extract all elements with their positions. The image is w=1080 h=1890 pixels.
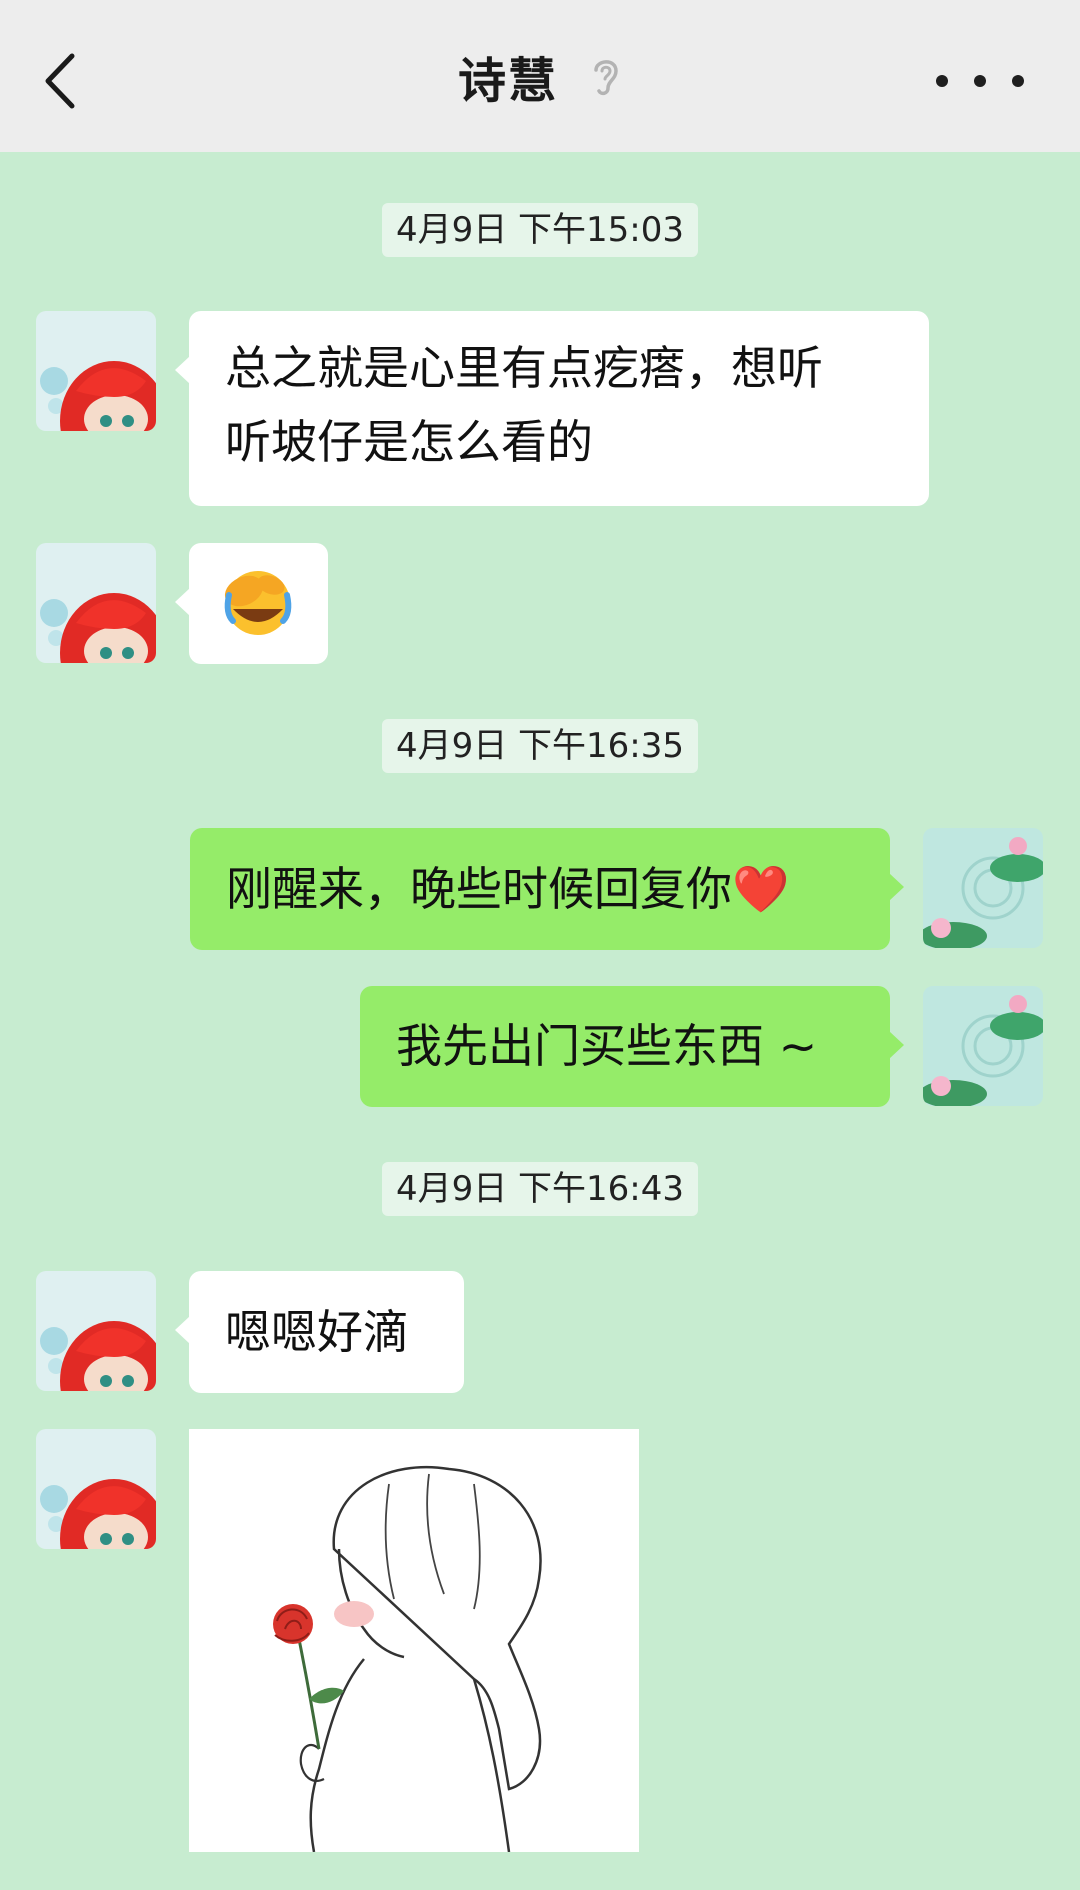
- contact-avatar[interactable]: [36, 311, 156, 431]
- message-text: 嗯嗯好滴: [225, 1305, 409, 1359]
- message-bubble[interactable]: [175, 543, 328, 664]
- ear-icon: [594, 60, 618, 96]
- contact-avatar[interactable]: [36, 1271, 156, 1391]
- chat-header: 诗慧: [0, 0, 1080, 152]
- more-button[interactable]: [936, 66, 1024, 96]
- my-avatar[interactable]: [923, 828, 1043, 948]
- more-icon: [974, 75, 986, 87]
- timestamp: 4月9日 下午15:03: [382, 203, 698, 257]
- contact-avatar[interactable]: [36, 543, 156, 663]
- timestamp: 4月9日 下午16:35: [382, 719, 698, 773]
- contact-avatar[interactable]: [36, 1429, 156, 1549]
- rose-sticker-icon: [189, 1429, 639, 1853]
- chat-title: 诗慧: [457, 53, 558, 109]
- message-bubble[interactable]: 刚醒来，晚些时候回复你❤️: [190, 828, 904, 950]
- message-text: 我先出门买些东西 ~: [396, 1019, 818, 1073]
- message-text: 总之就是心里有点疙瘩，想听 听坡仔是怎么看的: [225, 341, 823, 469]
- back-button[interactable]: [40, 48, 80, 114]
- message-bubble[interactable]: 嗯嗯好滴: [175, 1271, 464, 1393]
- more-icon: [936, 75, 948, 87]
- more-icon: [1012, 75, 1024, 87]
- sticker-image[interactable]: [189, 1429, 639, 1853]
- message-bubble[interactable]: 我先出门买些东西 ~: [360, 986, 904, 1107]
- facepalm-emoji: [224, 571, 292, 635]
- chevron-left-icon: [45, 53, 75, 109]
- message-text: 刚醒来，晚些时候回复你❤️: [226, 862, 790, 916]
- timestamp: 4月9日 下午16:43: [382, 1162, 698, 1216]
- message-bubble[interactable]: 总之就是心里有点疙瘩，想听 听坡仔是怎么看的: [175, 311, 929, 506]
- my-avatar[interactable]: [923, 986, 1043, 1106]
